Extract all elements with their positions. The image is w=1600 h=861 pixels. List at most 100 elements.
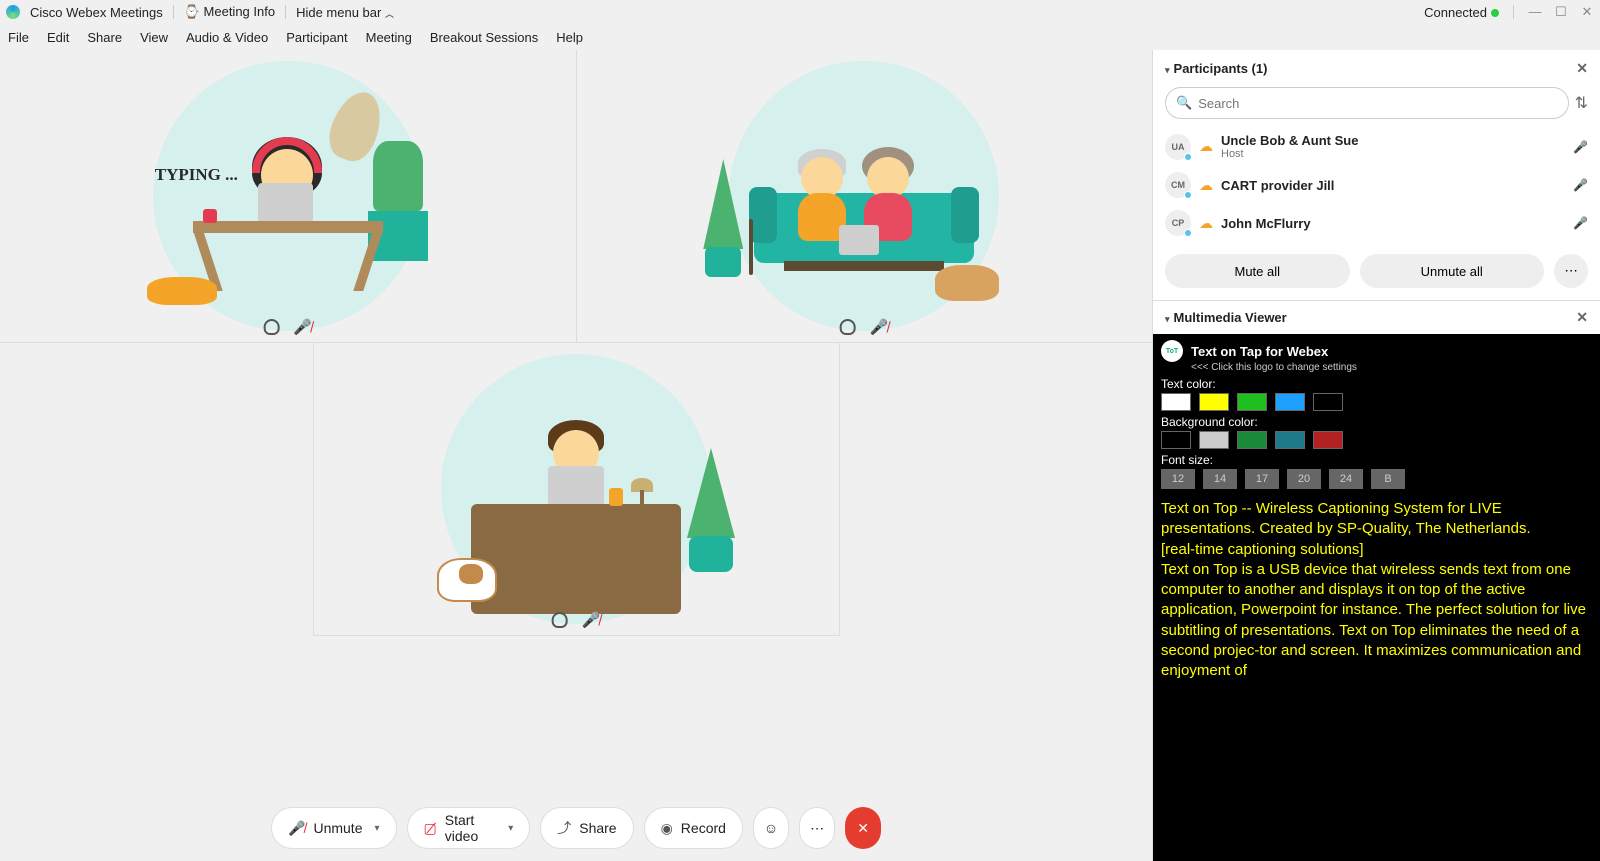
hide-menubar-toggle[interactable]: Hide menu bar ︿ [296, 5, 394, 20]
participant-illustration: TYPING ... [153, 61, 423, 331]
divider [1513, 5, 1514, 19]
search-input[interactable] [1198, 96, 1557, 111]
mic-icon: 🎤̸ [288, 820, 305, 837]
window-minimize-icon[interactable]: — [1528, 4, 1542, 20]
color-swatch[interactable] [1275, 431, 1305, 449]
color-swatch[interactable] [1313, 393, 1343, 411]
font-size-button[interactable]: 20 [1287, 469, 1321, 489]
unmute-button[interactable]: 🎤̸Unmute▾ [271, 807, 397, 849]
participant-name: John McFlurry [1221, 216, 1311, 231]
connection-status: Connected [1424, 5, 1499, 20]
menu-file[interactable]: File [8, 30, 29, 45]
search-icon: 🔍 [1176, 95, 1192, 111]
headset-icon [263, 319, 279, 335]
text-color-label: Text color: [1161, 377, 1592, 391]
webex-logo-icon [6, 5, 20, 19]
participant-illustration [441, 354, 711, 624]
headset-icon [840, 319, 856, 335]
color-swatch[interactable] [1161, 431, 1191, 449]
caption-text: Text on Top -- Wireless Captioning Syste… [1161, 499, 1592, 681]
record-button[interactable]: ◉Record [644, 807, 743, 849]
menu-edit[interactable]: Edit [47, 30, 69, 45]
participant-row[interactable]: UA☁Uncle Bob & Aunt SueHost🎤 [1165, 127, 1588, 166]
participants-header[interactable]: Participants (1) ✕ [1153, 50, 1600, 87]
headset-icon [552, 612, 568, 628]
mute-all-button[interactable]: Mute all [1165, 254, 1350, 288]
smile-icon: ☺ [764, 820, 778, 836]
color-swatch[interactable] [1161, 393, 1191, 411]
window-close-icon[interactable]: ✕ [1580, 4, 1594, 20]
menu-meeting[interactable]: Meeting [366, 30, 412, 45]
multimedia-viewer-title: Multimedia Viewer [1174, 310, 1287, 325]
menu-view[interactable]: View [140, 30, 168, 45]
chevron-down-icon [1165, 310, 1174, 325]
share-icon: ⤴ [557, 818, 571, 838]
mic-active-icon: 🎤 [1573, 140, 1588, 154]
cloud-icon: ☁ [1199, 215, 1213, 232]
start-video-button[interactable]: ▢̸Start video▾ [407, 807, 531, 849]
menu-audio-video[interactable]: Audio & Video [186, 30, 268, 45]
reactions-button[interactable]: ☺ [753, 807, 789, 849]
video-tile[interactable]: TYPING ... 🎤̸ [0, 50, 577, 343]
more-icon: ⋯ [810, 820, 824, 837]
end-meeting-button[interactable]: ✕ [845, 807, 881, 849]
mic-muted-icon: 🎤̸ [293, 318, 312, 336]
color-swatch[interactable] [1237, 431, 1267, 449]
participant-more-button[interactable]: ⋯ [1554, 254, 1588, 288]
multimedia-viewer-header[interactable]: Multimedia Viewer ✕ [1153, 300, 1600, 334]
participant-row[interactable]: CM☁CART provider Jill🎤 [1165, 166, 1588, 204]
menu-breakout-sessions[interactable]: Breakout Sessions [430, 30, 538, 45]
meeting-toolbar: 🎤̸Unmute▾ ▢̸Start video▾ ⤴Share ◉Record … [271, 807, 881, 849]
font-size-button[interactable]: 17 [1245, 469, 1279, 489]
meeting-info-link[interactable]: ⌚ Meeting Info [184, 4, 275, 20]
participant-name: CART provider Jill [1221, 178, 1334, 193]
app-title: Cisco Webex Meetings [30, 5, 163, 20]
more-options-button[interactable]: ⋯ [799, 807, 835, 849]
multimedia-viewer-body: ToT Text on Tap for Webex <<< Click this… [1153, 334, 1600, 861]
color-swatch[interactable] [1275, 393, 1305, 411]
cloud-icon: ☁ [1199, 138, 1213, 155]
font-size-button[interactable]: 12 [1161, 469, 1195, 489]
tot-subtitle: <<< Click this logo to change settings [1191, 362, 1592, 373]
close-panel-icon[interactable]: ✕ [1576, 60, 1588, 77]
participant-name: Uncle Bob & Aunt Sue [1221, 133, 1358, 148]
bg-color-label: Background color: [1161, 415, 1592, 429]
participant-avatar: CP [1165, 210, 1191, 236]
typing-label: TYPING ... [155, 165, 238, 185]
participant-list: UA☁Uncle Bob & Aunt SueHost🎤CM☁CART prov… [1153, 127, 1600, 242]
mic-muted-icon: 🎤̸ [870, 318, 889, 336]
color-swatch[interactable] [1313, 431, 1343, 449]
font-size-button[interactable]: 24 [1329, 469, 1363, 489]
video-grid: TYPING ... 🎤̸ [0, 50, 1152, 861]
video-tile[interactable]: 🎤̸ [577, 50, 1153, 343]
share-button[interactable]: ⤴Share [540, 807, 633, 849]
video-tile[interactable]: 🎤̸ [313, 343, 840, 636]
participant-avatar: CM [1165, 172, 1191, 198]
font-size-button[interactable]: B [1371, 469, 1405, 489]
color-swatch[interactable] [1237, 393, 1267, 411]
mic-active-icon: 🎤 [1573, 216, 1588, 230]
font-size-button[interactable]: 14 [1203, 469, 1237, 489]
participant-illustration [729, 61, 999, 331]
title-bar: Cisco Webex Meetings ⌚ Meeting Info Hide… [0, 0, 1600, 24]
menu-help[interactable]: Help [556, 30, 583, 45]
color-swatch[interactable] [1199, 431, 1229, 449]
participants-title: Participants (1) [1174, 61, 1268, 76]
cloud-icon: ☁ [1199, 177, 1213, 194]
menu-share[interactable]: Share [87, 30, 122, 45]
participant-search[interactable]: 🔍 [1165, 87, 1569, 119]
tot-title: Text on Tap for Webex [1191, 344, 1328, 359]
menu-participant[interactable]: Participant [286, 30, 347, 45]
color-swatch[interactable] [1199, 393, 1229, 411]
sort-icon[interactable]: ⇅ [1575, 93, 1588, 113]
record-icon: ◉ [661, 820, 673, 837]
participant-row[interactable]: CP ☁ John McFlurry 🎤 [1165, 204, 1588, 242]
unmute-all-button[interactable]: Unmute all [1360, 254, 1545, 288]
mic-muted-icon: 🎤̸ [582, 611, 601, 629]
chevron-down-icon [1165, 61, 1174, 76]
font-size-label: Font size: [1161, 453, 1592, 467]
divider [173, 5, 174, 19]
text-on-tap-logo-icon[interactable]: ToT [1161, 340, 1183, 362]
close-panel-icon[interactable]: ✕ [1576, 309, 1588, 326]
window-maximize-icon[interactable]: ☐ [1554, 4, 1568, 20]
